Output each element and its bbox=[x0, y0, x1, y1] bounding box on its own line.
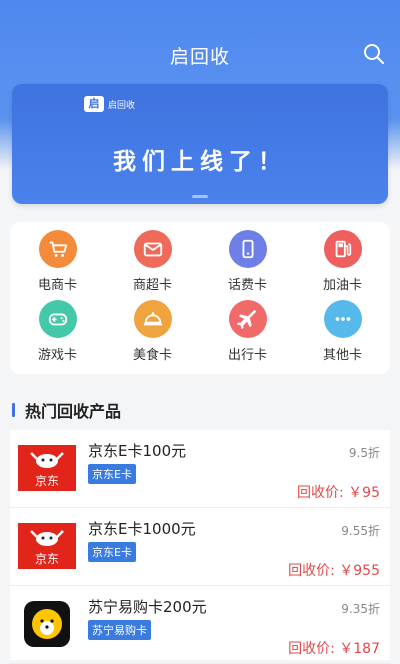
list-item[interactable]: 京东 京东E卡100元 京东E卡 9.5折 回收价: ￥95 bbox=[10, 430, 390, 508]
logo-mark: 启 bbox=[84, 96, 104, 112]
category-label: 话费卡 bbox=[227, 278, 267, 293]
product-price: 回收价: ￥95 bbox=[297, 485, 380, 501]
product-list: 京东 京东E卡100元 京东E卡 9.5折 回收价: ￥95 京东 京东E卡10… bbox=[10, 430, 390, 664]
jd-logo-thumbnail: 京东 bbox=[18, 523, 76, 569]
product-discount: 9.5折 bbox=[348, 446, 380, 460]
fuel-icon bbox=[323, 230, 362, 268]
section-heading: 热门回收产品 bbox=[12, 398, 121, 422]
brand-text: 京东 bbox=[35, 552, 59, 566]
plane-icon bbox=[228, 300, 267, 338]
category-food-card[interactable]: 美食卡 bbox=[105, 300, 200, 370]
category-other-card[interactable]: 其他卡 bbox=[295, 300, 390, 370]
cart-icon bbox=[38, 230, 77, 268]
page-title: 启回收 bbox=[169, 46, 230, 68]
logo-text: 启回收 bbox=[108, 100, 136, 111]
product-tag: 苏宁易购卡 bbox=[88, 620, 151, 640]
product-name: 京东E卡1000元 bbox=[88, 520, 196, 538]
product-name: 苏宁易购卡200元 bbox=[88, 598, 207, 616]
gamepad-icon bbox=[38, 300, 77, 338]
carousel-indicator bbox=[192, 195, 208, 198]
category-fuel-card[interactable]: 加油卡 bbox=[295, 230, 390, 300]
product-price: 回收价: ￥187 bbox=[288, 641, 380, 657]
product-tag: 京东E卡 bbox=[88, 464, 136, 484]
promo-banner[interactable]: 启 启回收 我们上线了！ bbox=[12, 84, 388, 204]
category-label: 其他卡 bbox=[322, 348, 362, 363]
banner-headline: 我们上线了！ bbox=[113, 149, 287, 175]
list-item[interactable]: 苏宁易购卡200元 苏宁易购卡 9.35折 回收价: ￥187 bbox=[10, 586, 390, 664]
more-icon bbox=[323, 300, 362, 338]
category-label: 出行卡 bbox=[227, 348, 267, 363]
category-phone-card[interactable]: 话费卡 bbox=[200, 230, 295, 300]
phone-icon bbox=[228, 230, 267, 268]
category-game-card[interactable]: 游戏卡 bbox=[10, 300, 105, 370]
search-button[interactable] bbox=[362, 42, 386, 66]
envelope-icon bbox=[133, 230, 172, 268]
category-label: 游戏卡 bbox=[37, 348, 77, 363]
category-label: 美食卡 bbox=[132, 348, 172, 363]
section-accent-bar bbox=[12, 403, 15, 417]
category-label: 商超卡 bbox=[132, 278, 172, 293]
jd-logo-thumbnail: 京东 bbox=[18, 445, 76, 491]
section-title-text: 热门回收产品 bbox=[25, 402, 122, 421]
category-travel-card[interactable]: 出行卡 bbox=[200, 300, 295, 370]
product-discount: 9.35折 bbox=[341, 602, 380, 616]
product-tag: 京东E卡 bbox=[88, 542, 136, 562]
dish-icon bbox=[133, 300, 172, 338]
category-label: 加油卡 bbox=[322, 278, 362, 293]
suning-logo-thumbnail bbox=[18, 601, 76, 647]
search-icon bbox=[364, 44, 384, 64]
list-item[interactable]: 京东 京东E卡1000元 京东E卡 9.55折 回收价: ￥955 bbox=[10, 508, 390, 586]
product-name: 京东E卡100元 bbox=[88, 442, 187, 460]
category-label: 电商卡 bbox=[37, 278, 77, 293]
product-price: 回收价: ￥955 bbox=[288, 563, 380, 579]
product-discount: 9.55折 bbox=[341, 524, 380, 538]
banner-logo: 启 启回收 bbox=[84, 96, 135, 112]
category-ecommerce-card[interactable]: 电商卡 bbox=[10, 230, 105, 300]
brand-text: 京东 bbox=[35, 474, 59, 488]
category-grid: 电商卡 商超卡 话费卡 加油卡 游戏卡 美食卡 出行卡 其他卡 bbox=[10, 222, 390, 374]
category-supermarket-card[interactable]: 商超卡 bbox=[105, 230, 200, 300]
